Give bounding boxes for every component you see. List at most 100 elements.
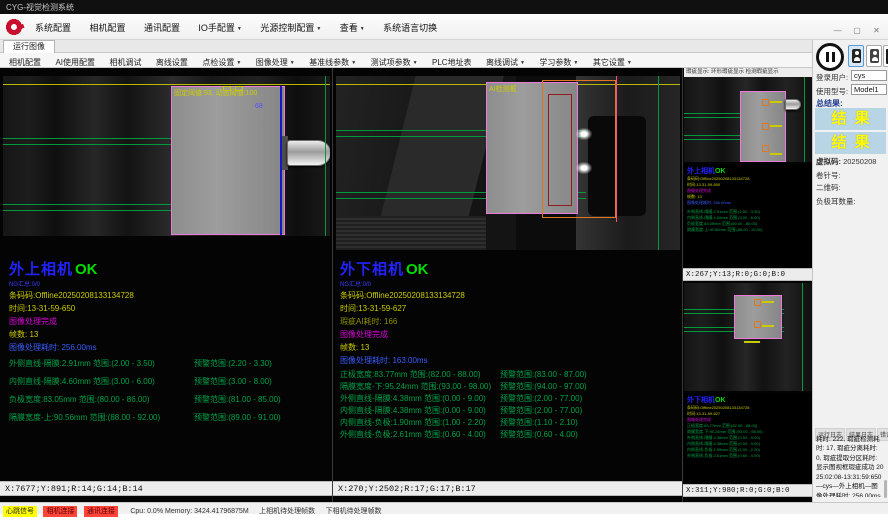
process-time-line: 图像处理耗时: 256.00ms — [9, 343, 329, 353]
upper-camera-queue-status: 上相机待处理帧数 — [259, 508, 315, 515]
pause-button[interactable] — [816, 43, 844, 71]
measure-row: 负极宽度:83.05mm 范围:(80.00 - 86.00)预警范围:(81.… — [9, 395, 329, 413]
time-line: 时间:13-31-59-627 — [340, 304, 680, 314]
measure-row: 外侧直线-负极:2.61mm 范围:(0.60 - 4.00)预警范围:(0.6… — [340, 430, 680, 442]
measure-row: 隔膜宽度-上:90.56mm 范围:(88.00 - 92.00)预警范围:(8… — [9, 413, 329, 431]
barcode-line: 条码码:Offline20250208133134728 — [9, 291, 329, 301]
chevron-down-icon: ▼ — [237, 26, 242, 32]
model-label: 使用型号: — [816, 86, 848, 97]
yellow-reference-line — [3, 84, 330, 85]
measure-row: 内侧直线-隔膜:4.38mm 范围:(0.00 - 9.00)预警范围:(2.0… — [340, 406, 680, 418]
connector-tab — [287, 140, 330, 166]
defect-marker — [754, 321, 761, 328]
chevron-down-icon: ▼ — [520, 60, 525, 66]
green-edge-line — [804, 77, 805, 162]
defect-marker — [754, 299, 761, 306]
panel-divider — [332, 68, 333, 502]
mini-upper-camera-results: 外上相机OK 条码码:Offline20250208133134728 时间:1… — [684, 164, 812, 268]
close-icon[interactable]: ✕ — [869, 24, 884, 38]
ai-time-line: 瑕疵AI耗时: 166 — [340, 317, 680, 327]
green-edge-line — [658, 76, 659, 250]
log-scrollbar[interactable] — [884, 480, 887, 498]
chevron-down-icon: ▼ — [573, 60, 578, 66]
process-time-line: 图像处理耗时: 163.00ms — [340, 356, 680, 366]
lower-camera-image[interactable]: AI检测框 — [336, 76, 680, 250]
tiny-label-mark — [744, 341, 760, 343]
result-ok: OK — [75, 261, 98, 278]
menu-item-system-config[interactable]: 系统配置 — [28, 15, 78, 41]
measure-row: 隔膜宽度-下:95.24mm 范围:(93.00 - 98.00)预警范围:(9… — [340, 382, 680, 394]
login-user-button[interactable] — [848, 45, 864, 67]
comm-connect-status-badge: 通讯连接 — [84, 506, 118, 517]
measure-row: 内侧直线-负极:1.90mm 范围:(1.00 - 2.20)预警范围:(1.1… — [340, 418, 680, 430]
mini-lower-camera-image[interactable] — [684, 283, 812, 391]
ng-summary: NG汇总:0/0 — [340, 279, 680, 288]
defect-marker — [762, 145, 769, 152]
tiny-label-mark — [770, 125, 782, 127]
main-view: 固定阈值:93, 动态阈值:100 68 外上相机OK NG汇总:0/0 条码码… — [0, 68, 812, 502]
chevron-down-icon: ▼ — [360, 26, 365, 32]
user-icon — [852, 49, 861, 63]
frame-count-line: 帧数: 13 — [9, 330, 329, 340]
defect-marker — [762, 99, 769, 106]
defect-display-header[interactable]: 瑕疵显示: 环形瑕疵显示 检测瑕疵显示 — [684, 68, 812, 77]
measure-row: 正极宽度:83.77mm 范围:(82.00 - 88.00)预警范围:(83.… — [340, 370, 680, 382]
model-field[interactable]: Model1 — [851, 84, 887, 95]
cpu-memory-status: Cpu: 0.0% Memory: 3424.41796875M — [130, 508, 248, 515]
chevron-down-icon: ▼ — [316, 26, 321, 32]
green-edge-line — [325, 76, 326, 236]
login-user-label: 登录用户: — [816, 72, 848, 83]
menu-item-view[interactable]: 查看▼ — [333, 15, 372, 42]
login-user-field[interactable]: cys — [851, 70, 887, 81]
menu-item-comm-config[interactable]: 通讯配置 — [137, 15, 187, 41]
app-window: CYG-视觉检测系统 系统配置 相机配置 通讯配置 IO手配置▼ 光源控制配置▼… — [0, 0, 888, 522]
process-done-line: 图像处理完成 — [340, 330, 680, 340]
led-highlight — [576, 162, 592, 174]
process-done-line: 图像处理完成 — [9, 317, 329, 327]
yellow-marker — [223, 86, 231, 91]
defect-marker — [762, 123, 769, 130]
tab-count-label: 负极耳数量: — [816, 196, 856, 207]
pause-icon — [826, 52, 829, 62]
log-text: 耗时: 222, 瑕疵检测耗时: 17, 瑕疵分离耗时: 0, 瑕疵提取分区耗时… — [816, 435, 884, 497]
maximize-icon[interactable]: ▢ — [850, 24, 865, 38]
mini-upper-cursor-coords: X:267;Y:13;R:0;G:0;B:0 — [683, 268, 812, 281]
edge-value-label: 68 — [255, 103, 263, 110]
control-panel: 登录用户: cys 使用型号: Model1 总结果: 结果 结果 虚拟码: 2… — [812, 40, 888, 502]
menu-item-io-config[interactable]: IO手配置▼ — [191, 15, 248, 42]
heartbeat-status-badge: 心跳信号 — [3, 506, 37, 517]
menu-item-language-switch[interactable]: 系统语言切换 — [376, 15, 444, 41]
switch-user-button[interactable] — [866, 45, 882, 67]
yellow-marker — [235, 86, 243, 91]
mini-lower-cursor-coords: X:311;Y:980;R:0;G:0;B:0 — [683, 484, 812, 497]
status-bar: 心跳信号 相机连接 通讯连接 Cpu: 0.0% Memory: 3424.41… — [0, 502, 888, 514]
pause-icon — [832, 52, 835, 62]
menu-item-camera-config[interactable]: 相机配置 — [82, 15, 132, 41]
tiny-label-mark — [770, 153, 782, 155]
measure-row: 内侧直线-隔膜:4.60mm 范围:(3.00 - 6.00)预警范围:(3.0… — [9, 377, 329, 395]
window-title: CYG-视觉检测系统 — [6, 2, 74, 13]
panel-divider — [682, 68, 683, 502]
chevron-down-icon: ▼ — [627, 60, 632, 66]
camera-connect-status-badge: 相机连接 — [43, 506, 77, 517]
lower-camera-queue-status: 下相机待处理帧数 — [326, 508, 382, 515]
virtual-code-row: 虚拟码: 20250208 — [816, 156, 876, 167]
measure-row: 外侧直线-隔膜:4.38mm 范围:(0.00 - 9.00)预警范围:(2.0… — [340, 394, 680, 406]
lower-camera-results: 外下相机OK NG汇总:0/0 条码码:Offline2025020813313… — [340, 258, 680, 442]
mini-upper-camera-image[interactable] — [684, 77, 812, 162]
chevron-down-icon: ▼ — [290, 60, 295, 66]
minimize-icon[interactable]: — — [830, 24, 845, 38]
tiny-label-mark — [762, 301, 774, 303]
menu-item-light-config[interactable]: 光源控制配置▼ — [253, 15, 328, 42]
pink-edge-line — [616, 76, 617, 222]
qr-code-label: 二维码: — [816, 182, 841, 193]
upper-camera-results: 外上相机OK NG汇总:0/0 条码码:Offline2025020813313… — [9, 258, 329, 431]
upper-camera-image[interactable]: 固定阈值:93, 动态阈值:100 68 — [3, 76, 330, 236]
title-bar[interactable]: CYG-视觉检测系统 — [0, 0, 888, 14]
green-edge-line — [802, 283, 803, 391]
connector-tab — [785, 99, 801, 110]
chevron-down-icon: ▼ — [236, 60, 241, 66]
user-icon — [870, 49, 879, 63]
ng-summary: NG汇总:0/0 — [9, 279, 329, 288]
exit-button[interactable] — [883, 45, 888, 67]
